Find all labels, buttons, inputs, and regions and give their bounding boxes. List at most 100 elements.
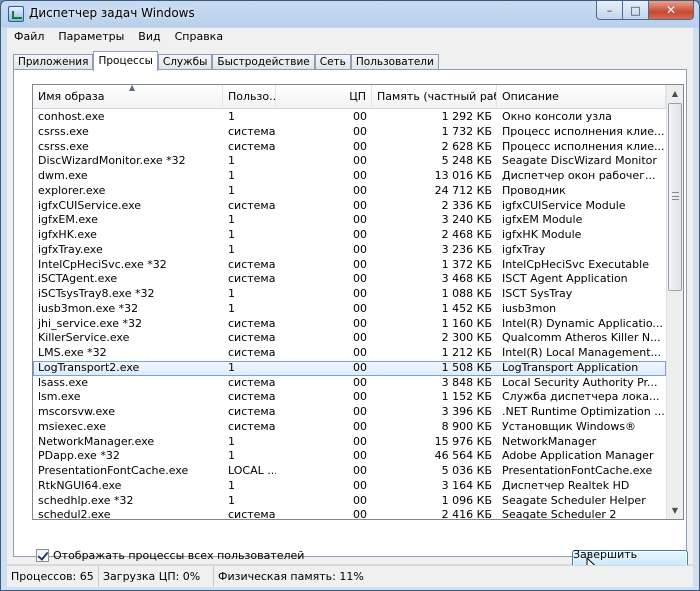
client-area: Приложения Процессы Службы Быстродействи…	[7, 47, 693, 575]
process-row[interactable]: schedul2.exe система 00 2 416 КБ Seagate Sch…	[33, 508, 666, 520]
process-cpu-cell: 00	[353, 154, 367, 168]
process-memory-cell: 24 712 КБ	[434, 183, 492, 197]
show-all-users-label: Отображать процессы всех пользователей	[53, 549, 305, 562]
vertical-scrollbar[interactable]: ▲ ▼	[666, 85, 683, 519]
process-row[interactable]: LogTransport2.exe 1 00 1 508 КБ LogTransport…	[33, 360, 666, 376]
process-row[interactable]: lsm.exe система 00 1 152 КБ Служба диспетчер…	[33, 390, 666, 405]
menu-file[interactable]: Файл	[7, 28, 51, 47]
process-user-cell: система	[228, 139, 276, 153]
process-memory-cell: 1 096 КБ	[441, 493, 492, 507]
process-name-cell: iSCTsysTray8.exe *32	[38, 287, 155, 300]
process-cpu-cell: 00	[353, 301, 367, 315]
process-user-cell: система	[228, 390, 276, 404]
tab-users[interactable]: Пользователи	[350, 54, 439, 70]
process-description-cell: Seagate Scheduler 2	[502, 508, 617, 520]
process-memory-cell: 3 164 КБ	[441, 478, 492, 492]
process-name-cell: iusb3mon.exe *32	[38, 301, 139, 315]
process-user-cell: система	[228, 272, 276, 286]
process-row[interactable]: lsass.exe система 00 3 848 КБ Local Security…	[33, 376, 666, 391]
process-description-cell: PresentationFontCache.exe	[502, 464, 653, 477]
column-header-name[interactable]: ▲ Имя образа	[33, 85, 223, 109]
process-name-cell: LMS.exe *32	[38, 346, 107, 359]
status-process-count: Процессов: 65	[7, 566, 99, 587]
process-memory-cell: 15 976 КБ	[434, 434, 492, 448]
column-header-description[interactable]: Описание	[497, 85, 666, 109]
column-header-user[interactable]: Пользо...	[223, 85, 276, 109]
process-row[interactable]: NetworkManager.exe 1 00 15 976 КБ NetworkMan…	[33, 435, 666, 450]
column-header-cpu[interactable]: ЦП	[276, 85, 372, 109]
process-cpu-cell: 00	[353, 405, 367, 418]
process-row[interactable]: IntelCpHeciSvc.exe *32 система 00 1 372 КБ I…	[33, 258, 666, 273]
process-row[interactable]: PDapp.exe *32 1 00 46 564 КБ Adobe Applicati…	[33, 449, 666, 464]
process-row[interactable]: igfxEM.exe 1 00 3 240 КБ igfxEM Module	[33, 213, 666, 228]
process-row[interactable]: jhi_service.exe *32 система 00 1 160 КБ Inte…	[33, 317, 666, 332]
menu-help[interactable]: Справка	[168, 28, 230, 47]
process-cpu-cell: 00	[353, 316, 367, 330]
process-row[interactable]: csrss.exe система 00 2 628 КБ Процесс исполн…	[33, 140, 666, 155]
column-header-memory[interactable]: Память (частный рабоч...	[372, 85, 497, 109]
process-row[interactable]: mscorsvw.exe система 00 3 396 КБ .NET Runtim…	[33, 405, 666, 420]
process-row[interactable]: igfxHK.exe 1 00 2 468 КБ igfxHK Module	[33, 228, 666, 243]
process-user-cell: 1	[228, 449, 235, 463]
title-bar[interactable]: Диспетчер задач Windows – □ ✕	[1, 1, 699, 27]
process-cpu-cell: 00	[353, 375, 367, 389]
process-row[interactable]: iusb3mon.exe *32 1 00 1 452 КБ iusb3mon	[33, 302, 666, 317]
process-description-cell: Local Security Authority Pr...	[502, 375, 658, 389]
process-row[interactable]: conhost.exe 1 00 1 292 КБ Окно консоли узла	[33, 110, 666, 125]
process-description-cell: iusb3mon	[502, 301, 557, 315]
scroll-up-icon[interactable]: ▲	[667, 85, 683, 102]
scroll-down-icon[interactable]: ▼	[667, 502, 683, 519]
process-memory-cell: 1 088 КБ	[441, 287, 492, 300]
process-name-cell: jhi_service.exe *32	[38, 316, 142, 330]
scroll-thumb[interactable]	[668, 103, 682, 291]
process-row[interactable]: igfxTray.exe 1 00 3 236 КБ igfxTray	[33, 243, 666, 258]
process-cpu-cell: 00	[353, 169, 367, 182]
process-row[interactable]: LMS.exe *32 система 00 1 212 КБ Intel(R) Loc…	[33, 346, 666, 361]
process-row[interactable]: csrss.exe система 00 1 732 КБ Процесс исполн…	[33, 125, 666, 140]
process-row[interactable]: explorer.exe 1 00 24 712 КБ Проводник	[33, 184, 666, 199]
tab-networking[interactable]: Сеть	[314, 54, 351, 70]
process-row[interactable]: schedhlp.exe *32 1 00 1 096 КБ Seagate Sched…	[33, 494, 666, 509]
sort-ascending-icon: ▲	[129, 85, 136, 92]
process-cpu-cell: 00	[353, 331, 367, 345]
menu-options[interactable]: Параметры	[51, 28, 131, 47]
process-row[interactable]: iSCTAgent.exe система 00 3 468 КБ ISCT Agent…	[33, 272, 666, 287]
process-row[interactable]: igfxCUIService.exe система 00 2 336 КБ igfxC…	[33, 199, 666, 214]
process-list[interactable]: ▲ Имя образа Пользо... ЦП Память (частны…	[32, 84, 684, 520]
process-row[interactable]: PresentationFontCache.exe LOCAL ... 00 5 03…	[33, 464, 666, 479]
show-all-users-checkbox[interactable]	[36, 549, 49, 562]
tab-applications[interactable]: Приложения	[13, 54, 94, 70]
process-description-cell: ISCT SysTray	[502, 287, 573, 300]
tab-processes[interactable]: Процессы	[93, 51, 158, 71]
process-description-cell: Seagate DiscWizard Monitor	[502, 154, 657, 168]
process-row[interactable]: KillerService.exe система 00 2 300 КБ Qualco…	[33, 331, 666, 346]
process-user-cell: система	[228, 375, 276, 389]
process-name-cell: DiscWizardMonitor.exe *32	[38, 154, 186, 168]
process-row[interactable]: iSCTsysTray8.exe *32 1 00 1 088 КБ ISCT SysT…	[33, 287, 666, 302]
process-memory-cell: 3 240 КБ	[441, 213, 492, 227]
minimize-button[interactable]: –	[596, 1, 623, 20]
process-row[interactable]: msiexec.exe система 00 8 900 КБ Установщик W…	[33, 420, 666, 435]
tab-services[interactable]: Службы	[157, 54, 213, 70]
tab-performance[interactable]: Быстродействие	[212, 54, 315, 70]
process-row[interactable]: RtkNGUI64.exe 1 00 3 164 КБ Диспетчер Realte…	[33, 479, 666, 494]
process-name-cell: mscorsvw.exe	[38, 405, 115, 418]
process-cpu-cell: 00	[353, 464, 367, 477]
process-name-cell: LogTransport2.exe	[38, 360, 140, 374]
maximize-button[interactable]: □	[623, 1, 649, 20]
show-all-users-option[interactable]: Отображать процессы всех пользователей	[36, 549, 304, 562]
process-row[interactable]: dwm.exe 1 00 13 016 КБ Диспетчер окон рабоче…	[33, 169, 666, 184]
process-memory-cell: 1 372 КБ	[441, 257, 492, 271]
column-header-name-label: Имя образа	[38, 90, 105, 103]
process-row[interactable]: DiscWizardMonitor.exe *32 1 00 5 248 КБ Seag…	[33, 154, 666, 169]
menu-view[interactable]: Вид	[131, 28, 167, 47]
grip-icon	[672, 192, 679, 200]
process-user-cell: 1	[228, 154, 235, 168]
process-user-cell: 1	[228, 478, 235, 492]
process-description-cell: Qualcomm Atheros Killer N...	[502, 331, 661, 345]
process-description-cell: Intel(R) Local Management...	[502, 346, 662, 359]
process-user-cell: система	[228, 257, 276, 271]
process-memory-cell: 2 300 КБ	[441, 331, 492, 345]
process-name-cell: NetworkManager.exe	[38, 434, 155, 448]
close-button[interactable]: ✕	[649, 1, 694, 20]
